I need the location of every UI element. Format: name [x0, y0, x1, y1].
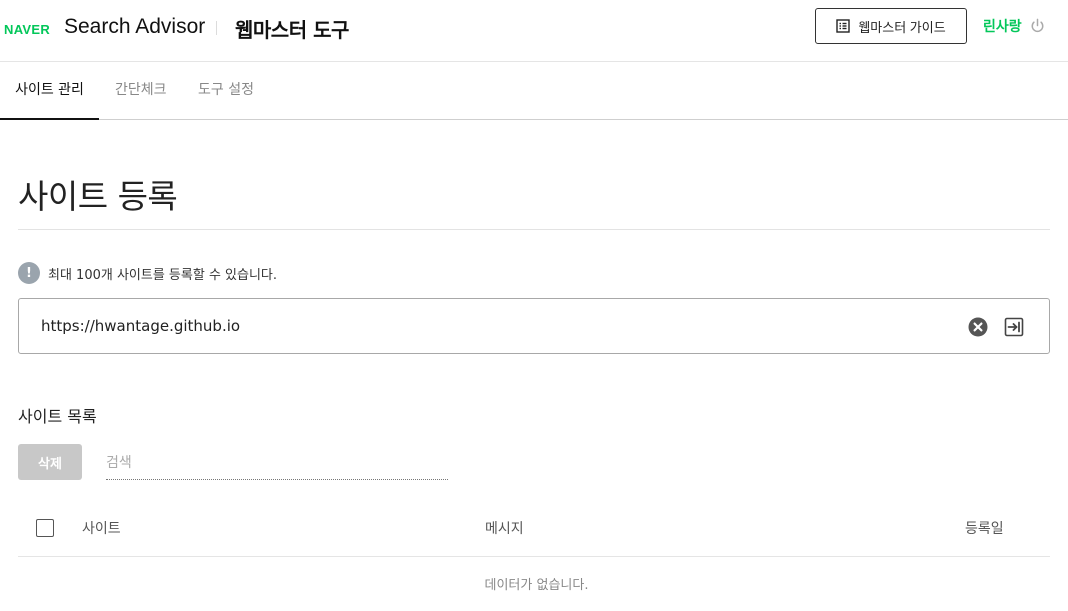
user-name[interactable]: 린사랑 [983, 16, 1022, 36]
tab-site-management[interactable]: 사이트 관리 [0, 63, 99, 120]
column-header-site[interactable]: 사이트 [82, 518, 121, 538]
site-url-field [18, 298, 1050, 354]
top-header: NAVER Search Advisor 웹마스터 도구 웹마스터 가이드 린사… [0, 0, 1068, 62]
tool-title[interactable]: 웹마스터 도구 [235, 14, 349, 43]
webmaster-guide-button[interactable]: 웹마스터 가이드 [815, 8, 967, 44]
column-header-message[interactable]: 메시지 [485, 518, 524, 538]
tab-tool-settings[interactable]: 도구 설정 [198, 63, 254, 120]
search-input[interactable] [106, 447, 448, 480]
document-list-icon [836, 19, 851, 33]
notice: ! 최대 100개 사이트를 등록할 수 있습니다. [18, 262, 277, 284]
naver-logo[interactable]: NAVER [4, 22, 50, 37]
column-header-date[interactable]: 등록일 [965, 518, 1004, 538]
header-divider [216, 21, 217, 35]
select-all-checkbox[interactable] [36, 519, 54, 537]
power-icon[interactable] [1030, 18, 1045, 33]
delete-button[interactable]: 삭제 [18, 444, 82, 480]
site-table-header: 사이트 메시지 등록일 [18, 505, 1050, 557]
empty-table-message: 데이터가 없습니다. [484, 578, 589, 593]
guide-button-label: 웹마스터 가이드 [858, 19, 946, 35]
title-divider [18, 229, 1050, 230]
info-icon: ! [18, 262, 40, 284]
site-list-title: 사이트 목록 [18, 407, 97, 426]
tab-simple-check[interactable]: 간단체크 [115, 63, 167, 120]
site-url-input[interactable] [41, 299, 941, 353]
main-tabs: 사이트 관리 간단체크 도구 설정 [0, 63, 1068, 120]
product-name[interactable]: Search Advisor [64, 15, 205, 39]
submit-arrow-icon[interactable] [1004, 317, 1024, 337]
page-title: 사이트 등록 [18, 177, 178, 216]
clear-icon[interactable] [968, 317, 988, 337]
notice-text: 최대 100개 사이트를 등록할 수 있습니다. [48, 267, 278, 283]
